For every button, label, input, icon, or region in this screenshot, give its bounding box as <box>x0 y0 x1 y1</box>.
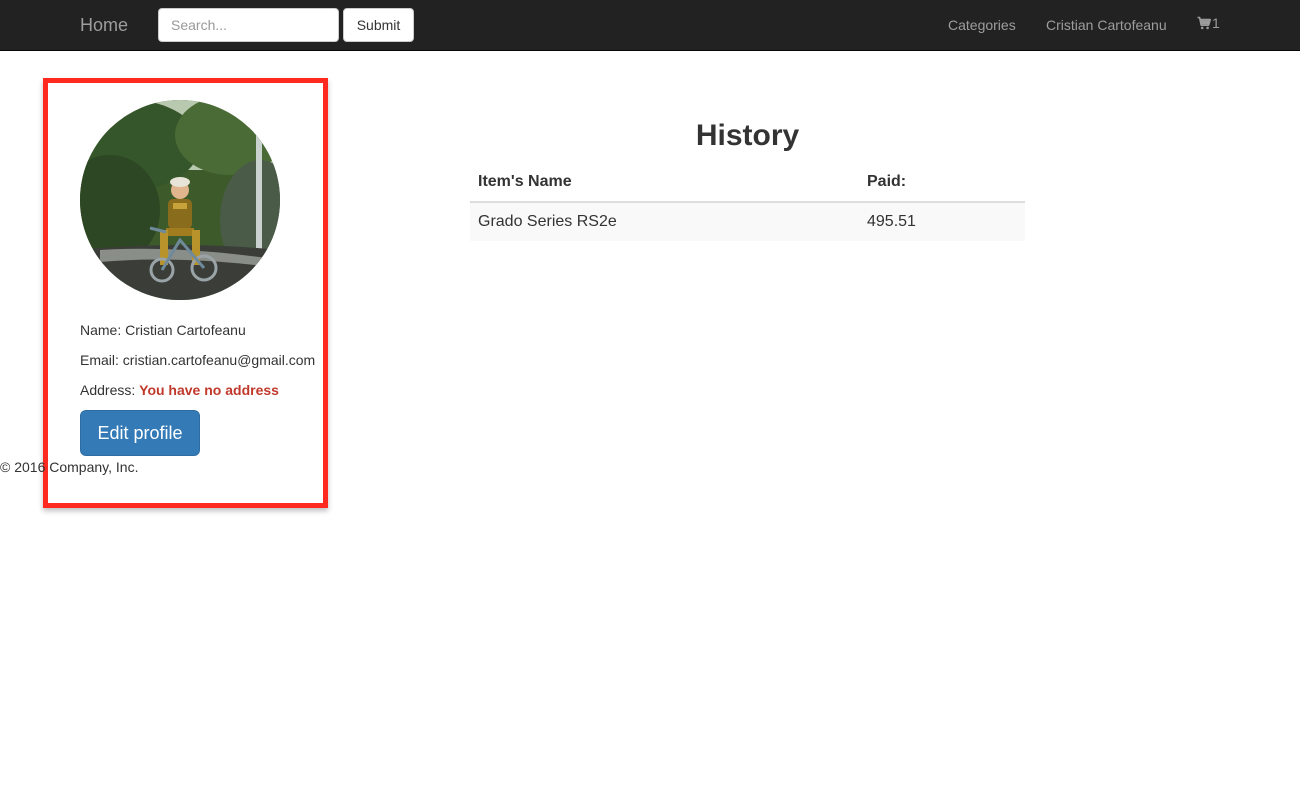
user-menu-link[interactable]: Cristian Cartofeanu <box>1046 15 1167 35</box>
avatar <box>80 100 280 300</box>
cart-icon <box>1197 16 1211 30</box>
profile-name: Name: Cristian Cartofeanu <box>80 320 246 340</box>
table-header-row: Item's Name Paid: <box>470 162 1025 203</box>
categories-link[interactable]: Categories <box>948 15 1016 35</box>
top-navbar: Home Submit Categories Cristian Cartofea… <box>0 0 1300 51</box>
history-table: Item's Name Paid: Grado Series RS2e 495.… <box>470 162 1025 241</box>
search-input[interactable] <box>158 8 339 42</box>
submit-button[interactable]: Submit <box>343 8 414 42</box>
history-title: History <box>695 119 800 152</box>
address-label: Address: <box>80 382 140 398</box>
paid-cell: 495.51 <box>867 213 916 230</box>
name-value: Cristian Cartofeanu <box>125 322 246 338</box>
edit-profile-button[interactable]: Edit profile <box>80 410 200 456</box>
cart-count-badge: 1 <box>1212 15 1220 31</box>
item-name-cell: Grado Series RS2e <box>478 213 617 230</box>
avatar-photo-icon <box>80 100 280 300</box>
cart-link[interactable]: 1 <box>1197 16 1220 30</box>
footer-copyright: © 2016 Company, Inc. <box>0 459 139 475</box>
name-label: Name: <box>80 322 126 338</box>
email-label: Email: <box>80 352 123 368</box>
column-header-item-name: Item's Name <box>470 162 859 203</box>
address-warning: You have no address <box>139 382 279 398</box>
profile-email: Email: cristian.cartofeanu@gmail.com <box>80 350 315 370</box>
home-link[interactable]: Home <box>80 13 128 37</box>
email-value: cristian.cartofeanu@gmail.com <box>122 352 316 368</box>
profile-address: Address: You have no address <box>80 380 279 400</box>
table-row: Grado Series RS2e 495.51 <box>470 202 1025 241</box>
column-header-paid: Paid: <box>859 162 1025 203</box>
